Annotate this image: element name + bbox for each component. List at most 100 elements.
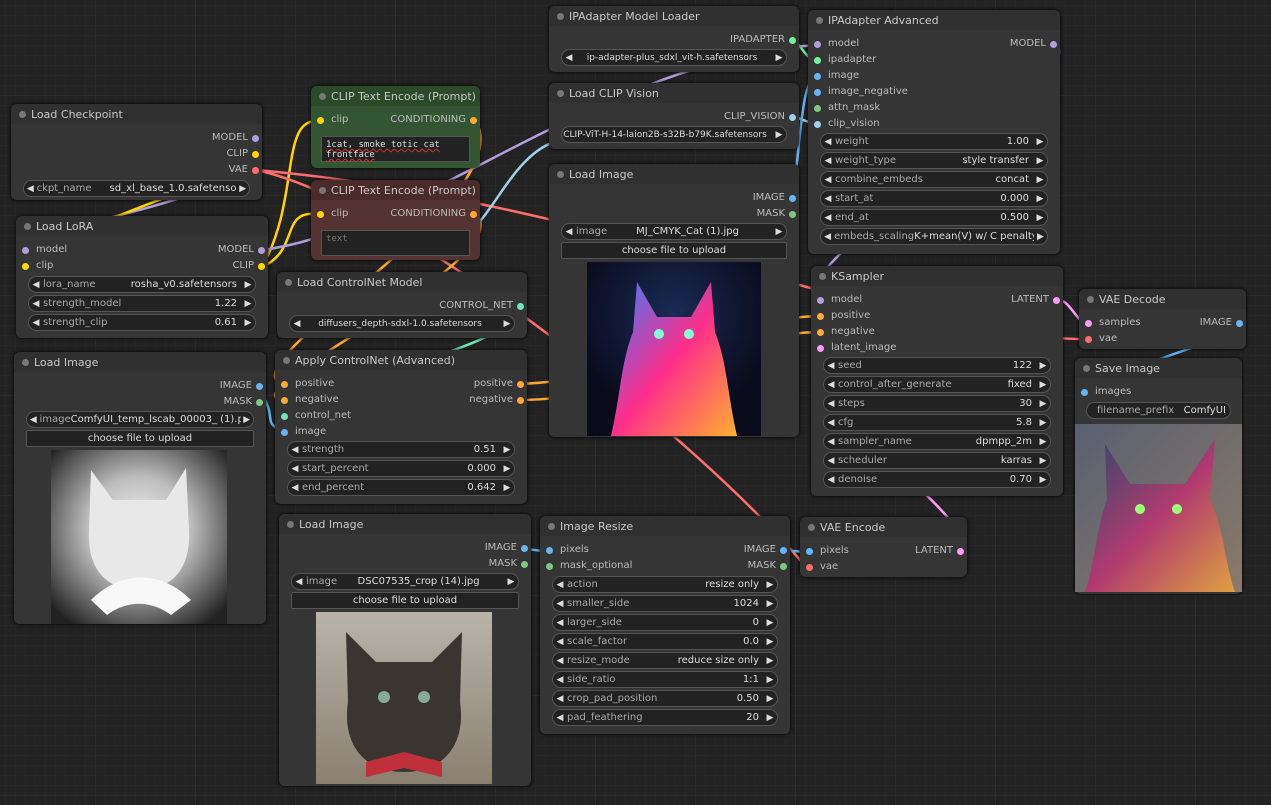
widget-smaller-side[interactable]: ◀ smaller_side 1024 ▶ [552, 595, 778, 612]
arrow-left-icon[interactable]: ◀ [562, 53, 576, 63]
output-negative-slot[interactable] [517, 397, 524, 404]
output-vae-slot[interactable] [252, 167, 259, 174]
output-ipadapter-slot[interactable] [789, 37, 796, 44]
node-title[interactable]: CLIP Text Encode (Prompt) [311, 86, 480, 106]
output-mask-slot[interactable] [521, 561, 528, 568]
node-load-clip-vision[interactable]: Load CLIP Vision CLIP_VISION CLIP-ViT-H-… [549, 83, 799, 149]
input-negative-slot[interactable] [817, 329, 824, 336]
output-latent-slot[interactable] [957, 548, 964, 555]
node-load-lora[interactable]: Load LoRA model MODEL clip CLIP ◀ lora_name… [16, 216, 268, 338]
arrow-right-icon[interactable]: ▶ [772, 130, 786, 140]
output-image-slot[interactable] [789, 195, 796, 202]
arrow-left-icon[interactable]: ◀ [24, 184, 37, 194]
widget-scheduler[interactable]: ◀ scheduler karras ▶ [823, 452, 1051, 469]
arrow-right-icon[interactable]: ▶ [772, 227, 786, 237]
output-conditioning-slot[interactable] [470, 117, 477, 124]
arrow-right-icon[interactable]: ▶ [500, 319, 514, 329]
widget-steps[interactable]: ◀ steps 30 ▶ [823, 395, 1051, 412]
node-title[interactable]: KSampler [811, 266, 1063, 286]
widget-combine-embeds[interactable]: ◀ combine_embeds concat ▶ [820, 171, 1048, 188]
arrow-right-icon[interactable]: ▶ [763, 618, 777, 628]
arrow-left-icon[interactable]: ◀ [288, 483, 302, 493]
output-model-slot[interactable] [252, 135, 259, 142]
node-image-resize[interactable]: Image Resize pixels IMAGE mask_optional MA… [540, 516, 790, 734]
arrow-left-icon[interactable]: ◀ [562, 227, 576, 237]
arrow-left-icon[interactable]: ◀ [553, 580, 567, 590]
ckpt-name-combo[interactable]: ◀ ckpt_name sd_xl_base_1.0.safetensors ▶ [23, 180, 250, 197]
node-vae-decode[interactable]: VAE Decode samples IMAGE vae [1079, 289, 1246, 349]
input-image-slot[interactable] [281, 429, 288, 436]
arrow-right-icon[interactable]: ▶ [1036, 380, 1050, 390]
node-title[interactable]: VAE Decode [1079, 289, 1246, 309]
input-latent-image-slot[interactable] [817, 345, 824, 352]
output-clip-slot[interactable] [252, 151, 259, 158]
arrow-right-icon[interactable]: ▶ [1036, 456, 1050, 466]
widget-cfg[interactable]: ◀ cfg 5.8 ▶ [823, 414, 1051, 431]
arrow-left-icon[interactable]: ◀ [821, 194, 835, 204]
upload-button[interactable]: choose file to upload [26, 430, 254, 447]
input-positive-slot[interactable] [817, 313, 824, 320]
node-load-image-left[interactable]: Load Image IMAGE MASK ◀ image ComfyUI_temp… [14, 352, 266, 624]
node-title[interactable]: IPAdapter Advanced [808, 10, 1060, 30]
arrow-right-icon[interactable]: ▶ [241, 318, 255, 328]
node-title[interactable]: IPAdapter Model Loader [549, 6, 799, 26]
widget-end-percent[interactable]: ◀ end_percent 0.642 ▶ [287, 479, 515, 496]
arrow-right-icon[interactable]: ▶ [236, 184, 249, 194]
node-title[interactable]: Load Image [279, 514, 531, 534]
input-model-slot[interactable] [814, 41, 821, 48]
arrow-right-icon[interactable]: ▶ [763, 599, 777, 609]
arrow-right-icon[interactable]: ▶ [241, 415, 254, 425]
arrow-left-icon[interactable]: ◀ [292, 577, 306, 587]
node-title[interactable]: Load LoRA [16, 216, 268, 236]
arrow-right-icon[interactable]: ▶ [1036, 399, 1050, 409]
arrow-left-icon[interactable]: ◀ [821, 175, 835, 185]
arrow-left-icon[interactable]: ◀ [821, 232, 834, 242]
image-combo[interactable]: ◀ image MJ_CMYK_Cat (1).jpg ▶ [561, 223, 787, 240]
widget-strength[interactable]: ◀ strength 0.51 ▶ [287, 441, 515, 458]
arrow-right-icon[interactable]: ▶ [504, 577, 518, 587]
output-image-slot[interactable] [256, 383, 263, 390]
strength-clip-number[interactable]: ◀ strength_clip 0.61 ▶ [28, 314, 256, 331]
arrow-left-icon[interactable]: ◀ [29, 318, 43, 328]
upload-button[interactable]: choose file to upload [291, 592, 519, 609]
arrow-left-icon[interactable]: ◀ [553, 637, 567, 647]
widget-control-after-generate[interactable]: ◀ control_after_generate fixed ▶ [823, 376, 1051, 393]
input-image-slot[interactable] [814, 73, 821, 80]
input-negative-slot[interactable] [281, 397, 288, 404]
arrow-right-icon[interactable]: ▶ [763, 675, 777, 685]
arrow-right-icon[interactable]: ▶ [772, 53, 786, 63]
arrow-right-icon[interactable]: ▶ [241, 280, 255, 290]
node-title[interactable]: Apply ControlNet (Advanced) [275, 350, 527, 370]
widget-start-at[interactable]: ◀ start_at 0.000 ▶ [820, 190, 1048, 207]
widget-weight-type[interactable]: ◀ weight_type style transfer ▶ [820, 152, 1048, 169]
input-pixels-slot[interactable] [806, 548, 813, 555]
input-images-slot[interactable] [1081, 389, 1088, 396]
arrow-right-icon[interactable]: ▶ [1034, 232, 1047, 242]
output-mask-slot[interactable] [789, 211, 796, 218]
node-clip-text-encode-negative[interactable]: CLIP Text Encode (Prompt) clip CONDITIONI… [311, 180, 480, 260]
node-title[interactable]: Save Image [1075, 358, 1242, 378]
node-load-controlnet-model[interactable]: Load ControlNet Model CONTROL_NET ◀ diffu… [277, 272, 527, 338]
widget-denoise[interactable]: ◀ denoise 0.70 ▶ [823, 471, 1051, 488]
arrow-left-icon[interactable]: ◀ [553, 694, 567, 704]
arrow-left-icon[interactable]: ◀ [821, 137, 835, 147]
widget-side-ratio[interactable]: ◀ side_ratio 1:1 ▶ [552, 671, 778, 688]
arrow-right-icon[interactable]: ▶ [763, 637, 777, 647]
output-positive-slot[interactable] [517, 381, 524, 388]
arrow-left-icon[interactable]: ◀ [553, 713, 567, 723]
arrow-left-icon[interactable]: ◀ [290, 319, 304, 329]
input-clip-slot[interactable] [317, 117, 324, 124]
arrow-left-icon[interactable]: ◀ [824, 418, 838, 428]
widget-larger-side[interactable]: ◀ larger_side 0 ▶ [552, 614, 778, 631]
widget-resize-mode[interactable]: ◀ resize_mode reduce size only ▶ [552, 652, 778, 669]
arrow-left-icon[interactable]: ◀ [824, 437, 838, 447]
arrow-left-icon[interactable]: ◀ [824, 380, 838, 390]
arrow-left-icon[interactable]: ◀ [29, 299, 43, 309]
lora-name-combo[interactable]: ◀ lora_name rosha_v0.safetensors ▶ [28, 276, 256, 293]
arrow-right-icon[interactable]: ▶ [1033, 175, 1047, 185]
input-control-net-slot[interactable] [281, 413, 288, 420]
output-control-net-slot[interactable] [517, 303, 524, 310]
node-ipadapter-model-loader[interactable]: IPAdapter Model Loader IPADAPTER ◀ ip-ada… [549, 6, 799, 72]
node-load-checkpoint[interactable]: Load Checkpoint MODEL CLIP VAE ◀ ckpt_nam… [11, 104, 262, 200]
input-pixels-slot[interactable] [546, 547, 553, 554]
